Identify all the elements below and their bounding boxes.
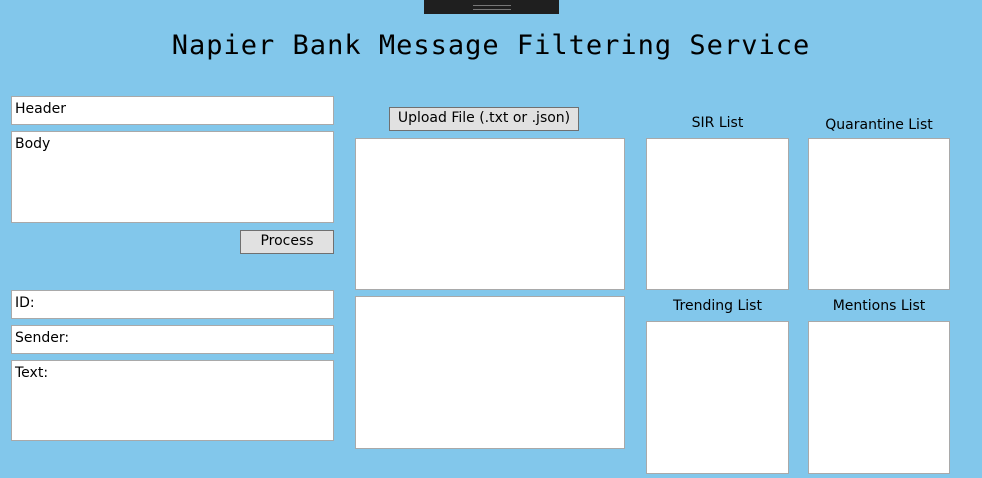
quarantine-list[interactable]	[808, 138, 950, 290]
body-input[interactable]: Body	[11, 131, 334, 223]
processed-output-box[interactable]	[355, 296, 625, 449]
file-contents-box[interactable]	[355, 138, 625, 290]
sir-list[interactable]	[646, 138, 789, 290]
mentions-list-label: Mentions List	[832, 298, 926, 314]
mentions-list[interactable]	[808, 321, 950, 474]
sir-list-label: SIR List	[691, 115, 744, 131]
quarantine-list-label: Quarantine List	[825, 117, 933, 133]
trending-list-label: Trending List	[673, 298, 762, 314]
trending-list[interactable]	[646, 321, 789, 474]
drag-handle-icon	[473, 5, 511, 10]
process-button[interactable]: Process	[240, 230, 334, 254]
sender-field[interactable]: Sender:	[11, 325, 334, 354]
text-field[interactable]: Text:	[11, 360, 334, 441]
id-field[interactable]: ID:	[11, 290, 334, 319]
header-input[interactable]: Header	[11, 96, 334, 125]
page-title: Napier Bank Message Filtering Service	[171, 30, 811, 61]
window-title-stub[interactable]	[424, 0, 559, 14]
upload-file-button[interactable]: Upload File (.txt or .json)	[389, 107, 579, 131]
